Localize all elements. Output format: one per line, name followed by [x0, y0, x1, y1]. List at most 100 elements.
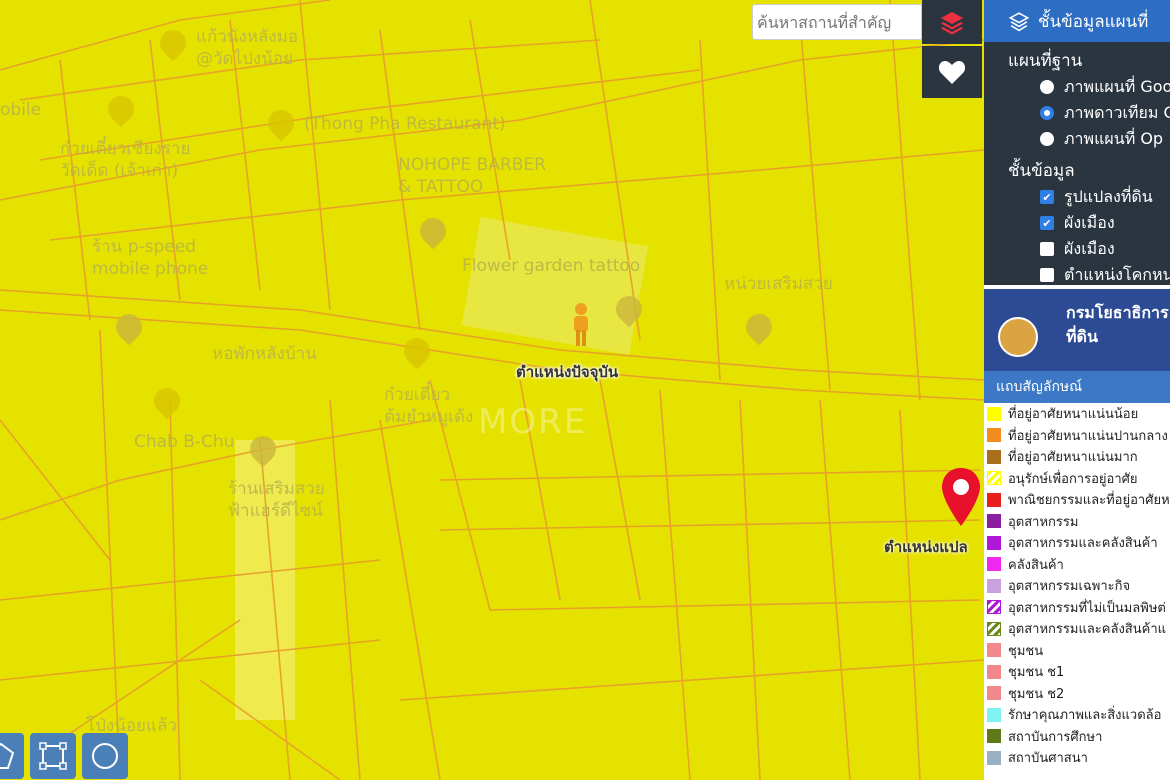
legend-label: พาณิชยกรรมและที่อยู่อาศัยห: [1008, 493, 1170, 509]
map-place-label: หน่วยเสริมสวย: [724, 274, 833, 294]
radio-button[interactable]: [1040, 106, 1054, 120]
legend-item: ที่อยู่อาศัยหนาแน่นน้อย: [984, 403, 1170, 425]
base-map-option-label: ภาพดาวเทียม G: [1064, 102, 1170, 122]
legend-label: ชุมชน: [1008, 643, 1044, 659]
map-place-label: Chab B-Chu: [134, 432, 235, 452]
draw-rectangle-button[interactable]: [30, 733, 76, 779]
legend-swatch: [987, 600, 1001, 615]
heart-icon: [938, 61, 966, 84]
legend-label: อุตสาหกรรม: [1008, 514, 1079, 530]
data-layer-option[interactable]: ผังเมือง: [984, 236, 1170, 262]
base-map-option-label: ภาพแผนที่ Goo: [1064, 76, 1170, 96]
base-map-option[interactable]: ภาพแผนที่ Op: [984, 126, 1170, 152]
legend-item: อุตสาหกรรมเฉพาะกิจ: [984, 575, 1170, 597]
data-layer-option-label: ผังเมือง: [1064, 238, 1115, 258]
data-layer-option-label: รูปแปลงที่ดิน: [1064, 186, 1153, 206]
map-place-label: ก๋วยเตี๋ยว ต้มยำหมูเด้ง: [384, 385, 474, 427]
layer-panel-header[interactable]: ชั้นข้อมูลแผนที่: [984, 0, 1170, 42]
legend-item: พาณิชยกรรมและที่อยู่อาศัยห: [984, 489, 1170, 511]
pegman-icon[interactable]: [570, 302, 592, 348]
draw-polygon-button[interactable]: [0, 733, 24, 779]
department-name: กรมโยธาธิการ ที่ดิน: [1066, 303, 1169, 346]
map-canvas[interactable]: แก้วนังหลังมอ @วัดไปงน้อย obile (Thong P…: [0, 0, 984, 780]
legend-label: สถาบันการศึกษา: [1008, 729, 1103, 745]
legend-item: อุตสาหกรรมและคลังสินค้าแ: [984, 618, 1170, 640]
map-pin-icon[interactable]: [940, 466, 982, 528]
map-place-label: obile: [0, 100, 42, 120]
favorite-button[interactable]: [922, 46, 982, 98]
department-logo: [998, 317, 1038, 357]
legend-item: สถาบันศาสนา: [984, 747, 1170, 769]
target-position-label: ตำแหน่งแปล: [884, 538, 968, 556]
legend-label: อุตสาหกรรมและคลังสินค้า: [1008, 536, 1158, 552]
legend-label: ที่อยู่อาศัยหนาแน่นปานกลาง: [1008, 428, 1168, 444]
layer-panel-title: ชั้นข้อมูลแผนที่: [1038, 11, 1149, 32]
map-place-label: แก้วนังหลังมอ @วัดไปงน้อย: [196, 27, 299, 69]
base-map-section-title: แผนที่ฐาน: [1008, 51, 1083, 71]
legend-label: อุตสาหกรรมและคลังสินค้าแ: [1008, 622, 1166, 638]
legend-item: ที่อยู่อาศัยหนาแน่นมาก: [984, 446, 1170, 468]
legend-label: คลังสินค้า: [1008, 557, 1064, 573]
layer-panel: ชั้นข้อมูลแผนที่ แผนที่ฐาน ภาพแผนที่ Goo…: [984, 0, 1170, 285]
legend-swatch: [987, 643, 1001, 658]
legend-swatch: [987, 535, 1001, 550]
layers-icon: [1008, 12, 1030, 32]
legend-label: ชุมชน ช1: [1008, 665, 1065, 681]
layers-icon: [941, 12, 963, 35]
legend-swatch: [987, 686, 1001, 701]
map-place-label: ก๋วยเตี๋ยวเชียงราย วัดเด็ด (เจ้าเก่า): [60, 139, 191, 181]
legend-label: ที่อยู่อาศัยหนาแน่นน้อย: [1008, 407, 1139, 423]
legend-swatch: [987, 750, 1001, 765]
base-map-option[interactable]: ภาพแผนที่ Goo: [984, 74, 1170, 100]
base-map-option-label: ภาพแผนที่ Op: [1064, 128, 1164, 148]
radio-button[interactable]: [1040, 132, 1054, 146]
data-layer-option-label: ตำแหน่งโคกหน: [1064, 264, 1170, 284]
legend-label: ที่อยู่อาศัยหนาแน่นมาก: [1008, 450, 1138, 466]
legend-swatch: [987, 664, 1001, 679]
legend-swatch: [987, 471, 1001, 486]
map-place-label: ร้านเสริมสวย ฟ้าแฮร์ดีไซน์: [228, 479, 325, 521]
data-layer-option[interactable]: ✔ รูปแปลงที่ดิน: [984, 184, 1170, 210]
legend-item: อนุรักษ์เพื่อการอยู่อาศัย: [984, 468, 1170, 490]
legend-item: อุตสาหกรรมที่ไม่เป็นมลพิษต่: [984, 597, 1170, 619]
checkbox[interactable]: ✔: [1040, 190, 1054, 204]
legend-item: ที่อยู่อาศัยหนาแน่นปานกลาง: [984, 425, 1170, 447]
legend-swatch: [987, 578, 1001, 593]
legend-swatch: [987, 428, 1001, 443]
layers-button[interactable]: [922, 0, 982, 44]
current-position-label: ตำแหน่งปัจจุบัน: [516, 363, 619, 381]
data-layer-option[interactable]: ✔ ผังเมือง: [984, 210, 1170, 236]
legend-item: ชุมชน ช2: [984, 683, 1170, 705]
legend-swatch: [987, 729, 1001, 744]
legend-item: ชุมชน ช1: [984, 661, 1170, 683]
checkbox[interactable]: ✔: [1040, 216, 1054, 230]
data-layer-section-title: ชั้นข้อมูล: [1008, 161, 1075, 181]
legend-label: รักษาคุณภาพและสิ่งแวดล้อ: [1008, 708, 1162, 724]
department-panel: กรมโยธาธิการ ที่ดิน: [984, 285, 1170, 375]
circle-icon: [92, 743, 118, 769]
map-place-label: (Thong Pha Restaurant): [304, 114, 506, 134]
map-place-label: Flower garden tattoo: [462, 256, 641, 276]
base-map-option[interactable]: ภาพดาวเทียม G: [984, 100, 1170, 126]
legend-swatch: [987, 449, 1001, 464]
watermark: MORE: [478, 402, 588, 442]
rectangle-icon: [39, 742, 67, 770]
draw-circle-button[interactable]: [82, 733, 128, 779]
polygon-icon: [0, 742, 15, 769]
legend-title: แถบสัญลักษณ์: [984, 371, 1170, 403]
legend-item: คลังสินค้า: [984, 554, 1170, 576]
map-place-label: ร้าน p-speed mobile phone: [92, 237, 209, 279]
legend-label: ชุมชน ช2: [1008, 686, 1065, 702]
radio-button[interactable]: [1040, 80, 1054, 94]
legend-swatch: [987, 707, 1001, 722]
legend-item: อุตสาหกรรมและคลังสินค้า: [984, 532, 1170, 554]
legend-label: อุตสาหกรรมที่ไม่เป็นมลพิษต่: [1008, 600, 1166, 616]
legend-swatch: [987, 406, 1001, 421]
checkbox[interactable]: [1040, 268, 1054, 282]
search-input[interactable]: [752, 4, 922, 40]
legend-list: ที่อยู่อาศัยหนาแน่นน้อยที่อยู่อาศัยหนาแน…: [984, 403, 1170, 780]
map-place-label: หอพักหลังบ้าน: [212, 344, 317, 364]
legend-swatch: [987, 514, 1001, 529]
data-layer-option[interactable]: ตำแหน่งโคกหน: [984, 262, 1170, 285]
checkbox[interactable]: [1040, 242, 1054, 256]
